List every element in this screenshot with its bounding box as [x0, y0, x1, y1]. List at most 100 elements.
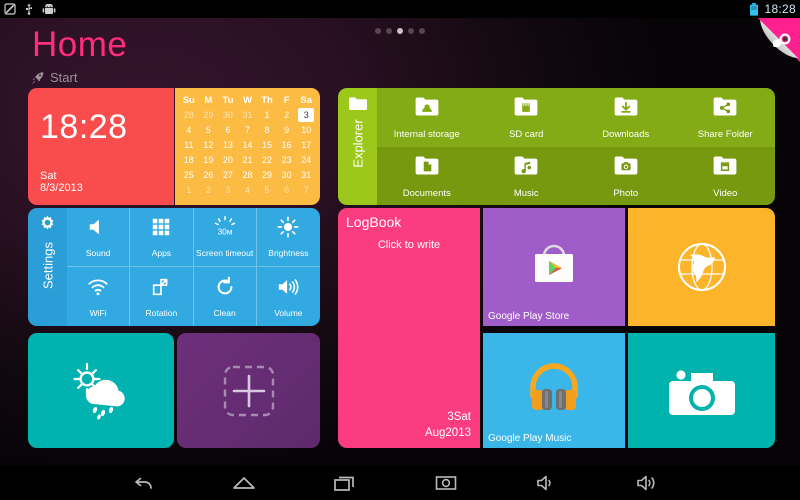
explorer-item-video[interactable]: Video — [675, 146, 775, 205]
calendar-day[interactable]: 6 — [277, 183, 297, 197]
settings-item-sound[interactable]: Sound — [67, 208, 131, 267]
explorer-item-share-folder[interactable]: Share Folder — [675, 88, 775, 147]
calendar-day[interactable]: 13 — [218, 138, 238, 152]
usb-icon — [26, 3, 32, 15]
calendar-header-f: F — [283, 95, 290, 106]
explorer-item-sd-card[interactable]: SD card — [476, 88, 576, 147]
calendar-day[interactable]: 1 — [179, 183, 199, 197]
calendar-day[interactable]: 24 — [296, 153, 316, 167]
page-indicator-dots[interactable] — [0, 28, 800, 34]
settings-sidebar-label: Settings — [40, 242, 56, 289]
calendar-grid: Su M Tu W Th F Sa 28 29 30 31 1 2 3 4 5 6 7 8 9 10 11 12 13 14 15… — [179, 94, 316, 197]
svg-text:30м: 30м — [217, 227, 232, 236]
nav-back-button[interactable] — [114, 465, 172, 500]
calendar-day[interactable]: 25 — [179, 168, 199, 182]
explorer-sidebar[interactable]: Explorer — [338, 88, 377, 205]
calendar-day[interactable]: 27 — [218, 168, 238, 182]
calendar-day[interactable]: 7 — [296, 183, 316, 197]
calendar-day[interactable]: 9 — [277, 123, 297, 137]
folder-music-icon — [513, 153, 539, 184]
calendar-day[interactable]: 8 — [257, 123, 277, 137]
calendar-day[interactable]: 19 — [199, 153, 219, 167]
calendar-day[interactable]: 31 — [296, 168, 316, 182]
page-dot[interactable] — [419, 28, 425, 34]
settings-item-clean[interactable]: Clean — [194, 267, 257, 326]
folder-photo-icon — [613, 153, 639, 184]
calendar-day[interactable]: 15 — [257, 138, 277, 152]
calendar-day[interactable]: 31 — [238, 108, 258, 122]
calendar-day[interactable]: 22 — [257, 153, 277, 167]
page-dot[interactable] — [397, 28, 403, 34]
app-tile-google-play-store[interactable]: Google Play Store — [483, 208, 625, 326]
page-curl-search-shortcut[interactable] — [748, 18, 800, 70]
calendar-day[interactable]: 16 — [277, 138, 297, 152]
explorer-item-downloads[interactable]: Downloads — [576, 88, 676, 147]
nav-recents-button[interactable] — [316, 465, 374, 500]
calendar-day[interactable]: 21 — [238, 153, 258, 167]
calendar-day[interactable]: 10 — [296, 123, 316, 137]
page-dot[interactable] — [408, 28, 414, 34]
explorer-item-music[interactable]: Music — [476, 146, 576, 205]
clock-widget[interactable]: 18:28 Sat 8/3/2013 — [28, 88, 174, 205]
settings-item-label: Volume — [274, 307, 303, 318]
explorer-item-photo[interactable]: Photo — [576, 146, 676, 205]
calendar-day[interactable]: 4 — [238, 183, 258, 197]
start-shortcut[interactable]: Start — [31, 70, 77, 85]
calendar-day[interactable]: 2 — [277, 108, 297, 122]
calendar-day[interactable]: 4 — [179, 123, 199, 137]
calendar-day[interactable]: 29 — [199, 108, 219, 122]
calendar-day[interactable]: 5 — [199, 123, 219, 137]
battery-icon — [750, 2, 759, 16]
settings-item-rotation[interactable]: Rotation — [130, 267, 194, 326]
calendar-day[interactable]: 30 — [218, 108, 238, 122]
volume-up-icon — [637, 475, 655, 490]
page-dot[interactable] — [375, 28, 381, 34]
settings-item-brightness[interactable]: Brightness — [256, 208, 320, 267]
app-tile-weather[interactable] — [28, 333, 174, 448]
add-widget-plus-icon — [177, 333, 320, 448]
calendar-day[interactable]: 3 — [218, 183, 238, 197]
calendar-day[interactable]: 6 — [218, 123, 238, 137]
settings-sidebar[interactable]: Settings — [28, 208, 67, 326]
calendar-widget[interactable]: Su M Tu W Th F Sa 28 29 30 31 1 2 3 4 5 6 7 8 9 10 11 12 13 14 15… — [175, 88, 320, 205]
settings-item-screen-timeout[interactable]: 30м Screen timeout — [193, 208, 257, 267]
calendar-day[interactable]: 1 — [257, 108, 277, 122]
nav-volume-down-button[interactable] — [518, 465, 576, 500]
app-tile-camera[interactable] — [628, 333, 775, 448]
calendar-day[interactable]: 11 — [179, 138, 199, 152]
nav-home-button[interactable] — [215, 465, 273, 500]
calendar-day[interactable]: 28 — [238, 168, 258, 182]
calendar-day[interactable]: 2 — [199, 183, 219, 197]
calendar-day[interactable]: 26 — [199, 168, 219, 182]
calendar-day[interactable]: 30 — [277, 168, 297, 182]
calendar-day[interactable]: 17 — [296, 138, 316, 152]
calendar-day[interactable]: 29 — [257, 168, 277, 182]
calendar-header-su: Su — [182, 95, 195, 106]
calendar-day-today[interactable]: 3 — [298, 108, 314, 122]
calendar-header-w: W — [243, 95, 252, 106]
calendar-day[interactable]: 28 — [179, 108, 199, 122]
calendar-day[interactable]: 12 — [199, 138, 219, 152]
nav-volume-up-button[interactable] — [619, 465, 677, 500]
page-dot[interactable] — [386, 28, 392, 34]
calendar-day[interactable]: 14 — [238, 138, 258, 152]
explorer-item-documents[interactable]: Documents — [377, 146, 477, 205]
status-bar-right[interactable]: 18:28 — [749, 0, 796, 18]
calendar-day[interactable]: 7 — [238, 123, 258, 137]
explorer-item-internal-storage[interactable]: Internal storage — [377, 88, 477, 147]
nav-screenshot-button[interactable] — [417, 465, 475, 500]
logbook-widget[interactable]: LogBook Click to write 3Sat Aug2013 — [338, 208, 480, 448]
rocket-icon — [31, 71, 44, 84]
calendar-day[interactable]: 18 — [179, 153, 199, 167]
app-tile-google-play-music[interactable]: Google Play Music — [483, 333, 625, 448]
settings-item-volume[interactable]: Volume — [257, 267, 320, 326]
settings-item-wifi[interactable]: WiFi — [67, 267, 131, 326]
add-widget-tile[interactable] — [177, 333, 320, 448]
calendar-day[interactable]: 5 — [257, 183, 277, 197]
settings-item-apps[interactable]: Apps — [130, 208, 194, 267]
calendar-day[interactable]: 23 — [277, 153, 297, 167]
calendar-day[interactable]: 20 — [218, 153, 238, 167]
status-bar[interactable]: 18:28 — [0, 0, 800, 18]
app-tile-browser[interactable] — [628, 208, 775, 326]
logbook-hint: Click to write — [377, 239, 441, 251]
